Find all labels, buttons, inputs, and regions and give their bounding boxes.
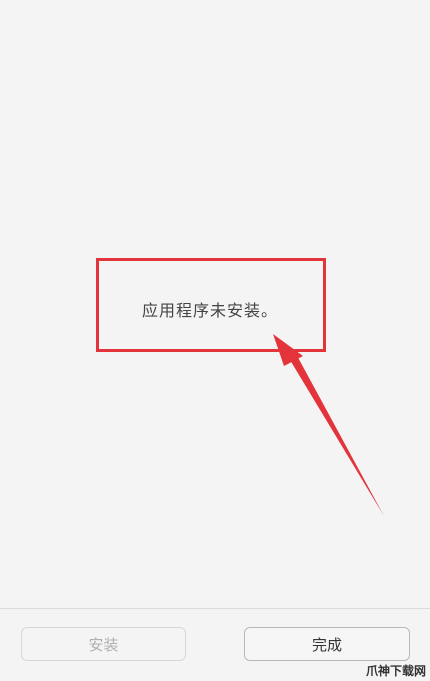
- annotation-highlight-box: [96, 258, 326, 352]
- install-button[interactable]: 安装: [21, 627, 186, 661]
- watermark-logo: 爪神下载网: [365, 664, 426, 678]
- done-button[interactable]: 完成: [244, 627, 410, 661]
- dialog-content: 应用程序未安装。: [0, 0, 430, 608]
